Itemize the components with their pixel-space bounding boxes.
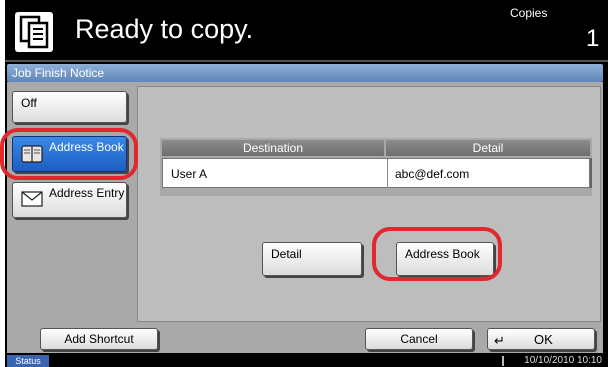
header-divider <box>5 60 608 62</box>
footer-bar: Add Shortcut Cancel ↵ OK <box>7 324 603 353</box>
copies-count: 1 <box>586 25 600 52</box>
cancel-button[interactable]: Cancel <box>365 328 473 350</box>
table-scrollbar[interactable] <box>590 158 592 188</box>
detail-button[interactable]: Detail <box>262 242 362 276</box>
destination-table: Destination Detail User A abc@def.com <box>160 138 592 196</box>
cancel-label: Cancel <box>400 332 438 346</box>
header: Ready to copy. Copies 1 <box>5 0 608 62</box>
status-datetime: 10/10/2010 10:10 <box>524 355 602 366</box>
panel-title: Job Finish Notice <box>12 66 105 80</box>
off-button-label: Off <box>21 96 37 110</box>
ok-button[interactable]: ↵ OK <box>487 328 595 350</box>
destination-cell: User A <box>171 167 208 181</box>
address-entry-label: Address Entry <box>49 186 125 200</box>
enter-arrow-icon: ↵ <box>494 333 505 348</box>
status-bar: Status 10/10/2010 10:10 <box>5 355 608 367</box>
add-shortcut-label: Add Shortcut <box>64 332 134 346</box>
copy-document-icon <box>15 12 53 52</box>
page-title: Ready to copy. <box>75 14 254 44</box>
highlight-address-book-tab <box>0 128 138 180</box>
panel-title-bar: Job Finish Notice <box>7 64 603 82</box>
detail-cell: abc@def.com <box>395 167 470 181</box>
status-indicator <box>502 356 504 366</box>
status-button[interactable]: Status <box>7 355 49 367</box>
add-shortcut-button[interactable]: Add Shortcut <box>40 328 158 350</box>
ok-label: OK <box>534 332 553 347</box>
copies-label: Copies <box>510 6 548 20</box>
table-row[interactable]: User A abc@def.com <box>162 158 590 188</box>
job-finish-notice-panel: Off Address Book Address Entry Destinati… <box>7 82 603 324</box>
column-header-detail: Detail <box>386 140 590 156</box>
envelope-icon <box>21 191 43 210</box>
detail-button-label: Detail <box>271 247 302 261</box>
address-entry-button[interactable]: Address Entry <box>12 182 127 218</box>
off-button[interactable]: Off <box>12 91 127 123</box>
column-header-destination: Destination <box>162 140 384 156</box>
copier-screen: Ready to copy. Copies 1 Job Finish Notic… <box>5 0 608 367</box>
cell-divider <box>387 159 388 187</box>
highlight-address-book-button <box>372 227 502 281</box>
destination-area: Destination Detail User A abc@def.com De… <box>137 86 601 322</box>
